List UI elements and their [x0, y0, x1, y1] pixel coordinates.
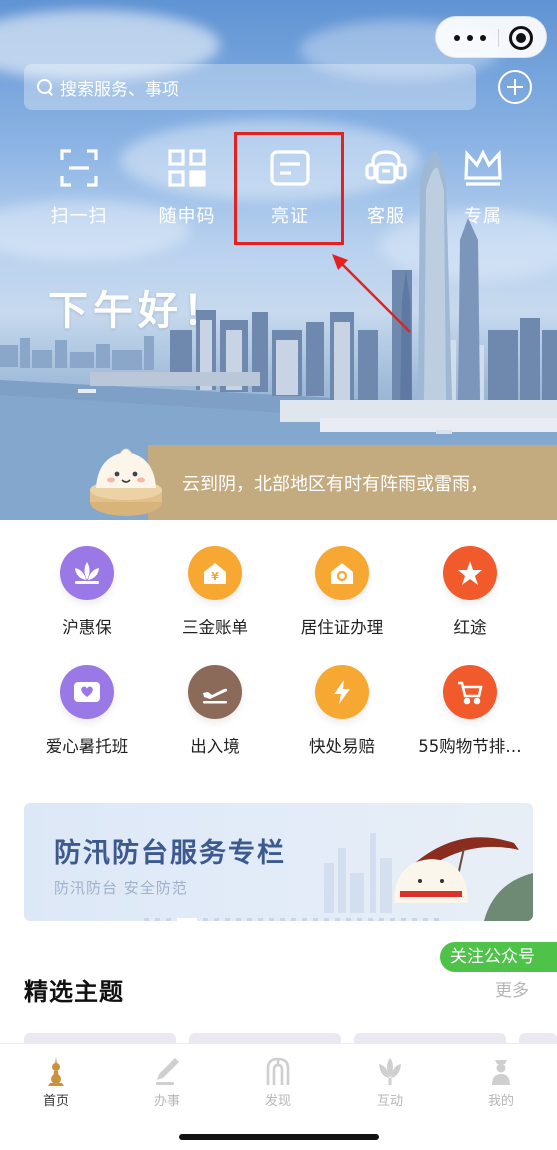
service-label: 红途	[453, 618, 487, 637]
home-tower-icon	[48, 1057, 64, 1086]
cart-icon	[458, 681, 483, 705]
tab-services[interactable]: 办事	[127, 1056, 207, 1109]
service-label: 沪惠保	[62, 618, 112, 637]
plane-icon	[203, 688, 228, 704]
hero-banner: 搜索服务、事项 扫一扫 随申码 亮证 客服 专属 下午好！ 云到阴，北部地区有时…	[0, 0, 557, 520]
banner-subtitle: 防汛防台 安全防范	[54, 879, 188, 897]
tab-interaction[interactable]: 互动	[350, 1056, 430, 1109]
greeting-text: 下午好！	[48, 288, 228, 334]
service-icon-circle	[443, 546, 497, 600]
yuan-house-icon: ¥	[204, 563, 226, 584]
service-shopping-festival[interactable]: 55购物节排…	[400, 665, 540, 775]
tab-discover[interactable]: 发现	[238, 1056, 318, 1109]
arch-icon	[266, 1057, 290, 1085]
service-icon-circle	[443, 665, 497, 719]
magnolia-icon	[379, 1058, 401, 1085]
house-icon	[331, 563, 353, 584]
service-icon-circle	[315, 665, 369, 719]
flood-prevention-banner[interactable]: 防汛防台服务专栏 防汛防台 安全防范	[24, 803, 533, 921]
service-icon-circle	[60, 665, 114, 719]
tab-mine[interactable]: 我的	[461, 1056, 541, 1109]
service-icon-circle	[315, 546, 369, 600]
service-icon-circle	[188, 665, 242, 719]
service-label: 居住证办理	[300, 618, 384, 637]
service-label: 55购物节排…	[418, 737, 522, 756]
home-indicator	[179, 1134, 379, 1140]
lotus-icon	[75, 562, 99, 584]
person-icon	[492, 1060, 510, 1085]
tab-label: 我的	[487, 1094, 514, 1109]
banner-title: 防汛防台服务专栏	[54, 838, 286, 869]
tab-label: 互动	[376, 1094, 403, 1109]
service-huhuibao[interactable]: 沪惠保	[17, 546, 157, 656]
service-label: 三金账单	[182, 618, 248, 637]
tab-label: 发现	[264, 1094, 291, 1109]
service-label: 快处易赔	[309, 737, 375, 756]
service-label: 出入境	[190, 737, 240, 756]
banner-pagination	[144, 906, 445, 921]
star-icon	[458, 561, 482, 585]
svg-text:¥: ¥	[211, 570, 219, 583]
bun-mascot	[90, 448, 162, 516]
tab-label: 办事	[153, 1094, 180, 1109]
service-sanjin-bill[interactable]: ¥ 三金账单	[145, 546, 285, 656]
lightning-icon	[334, 680, 350, 704]
follow-official-account-badge[interactable]: 关注公众号	[440, 942, 557, 972]
weather-text: 云到阴，北部地区有时有阵雨或雷雨，	[182, 474, 488, 495]
service-summer-care[interactable]: 爱心暑托班	[17, 665, 157, 775]
section-title: 精选主题	[24, 978, 124, 1006]
service-exit-entry[interactable]: 出入境	[145, 665, 285, 775]
weather-bar[interactable]: 云到阴，北部地区有时有阵雨或雷雨，	[0, 445, 557, 520]
service-icon-circle: ¥	[188, 546, 242, 600]
tab-label: 首页	[42, 1094, 69, 1109]
pen-icon	[156, 1058, 179, 1085]
service-icon-circle	[60, 546, 114, 600]
tab-home[interactable]: 首页	[16, 1056, 96, 1109]
section-more-link[interactable]: 更多	[495, 976, 529, 1001]
service-hongtu[interactable]: 红途	[400, 546, 540, 656]
heart-card-icon	[74, 682, 100, 702]
service-quick-claim[interactable]: 快处易赔	[272, 665, 412, 775]
service-residence-permit[interactable]: 居住证办理	[272, 546, 412, 656]
service-label: 爱心暑托班	[45, 737, 129, 756]
annotation-arrow	[332, 254, 411, 333]
